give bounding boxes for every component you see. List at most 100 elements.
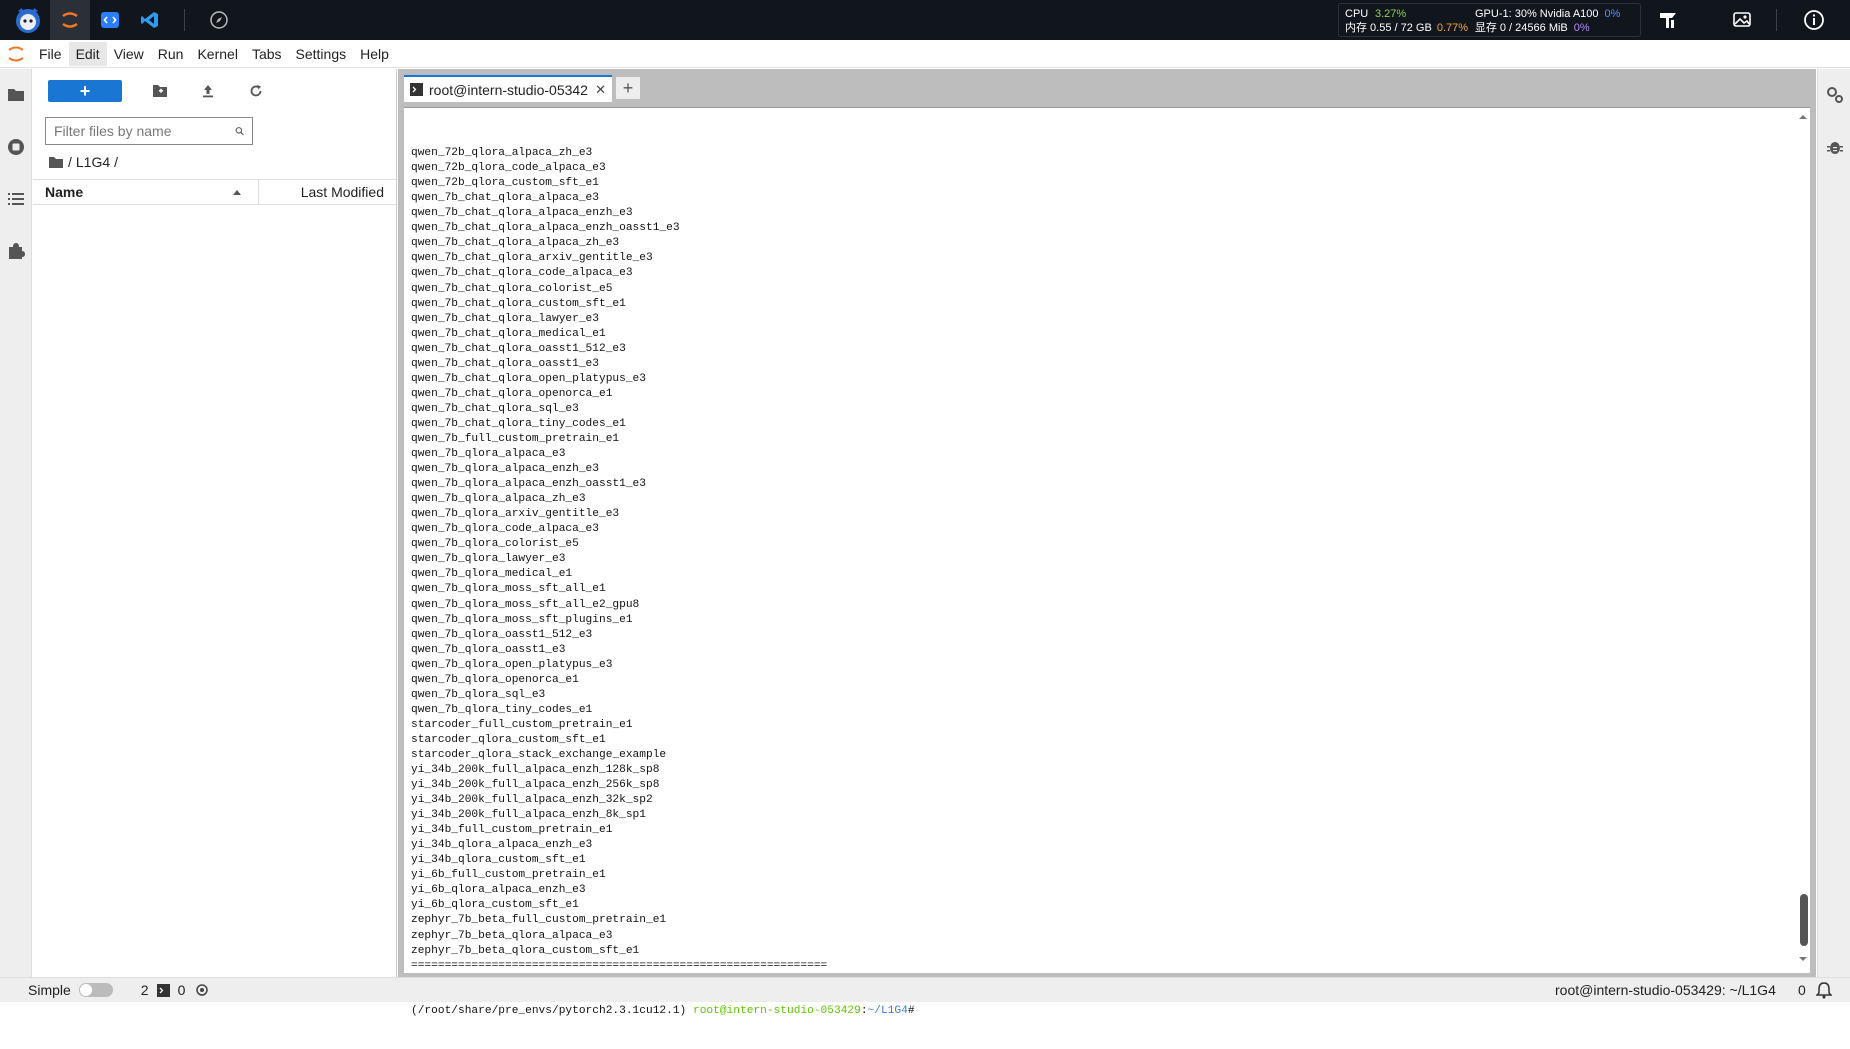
vscode-icon[interactable] xyxy=(130,0,170,40)
upload-button[interactable] xyxy=(184,79,232,103)
jupyter-app-icon[interactable] xyxy=(50,0,90,40)
terminal-line: qwen_72b_qlora_code_alpaca_e3 xyxy=(411,162,606,175)
extensions-tab[interactable] xyxy=(0,225,32,277)
breadcrumb: / L1G4 / xyxy=(33,145,396,179)
prompt-user: root@intern-studio-053429 xyxy=(692,1004,861,1017)
sort-ascending-icon xyxy=(233,190,241,195)
menu-help[interactable]: Help xyxy=(353,42,396,66)
terminal-line: yi_34b_qlora_alpaca_enzh_e3 xyxy=(411,839,593,852)
terminal-line: qwen_7b_chat_qlora_alpaca_zh_e3 xyxy=(411,237,620,250)
terminal-line: qwen_7b_chat_qlora_open_platypus_e3 xyxy=(411,372,646,385)
status-bar: Simple 2 0 root@intern-studio-053429: ~/… xyxy=(0,977,1850,1002)
scroll-down-arrow-icon[interactable] xyxy=(1796,954,1810,964)
folder-icon[interactable] xyxy=(48,156,64,169)
file-filter[interactable] xyxy=(45,117,253,145)
notifications-count[interactable]: 0 xyxy=(1798,982,1806,998)
terminal-line: qwen_7b_qlora_moss_sft_all_e2_gpu8 xyxy=(411,598,640,611)
file-list-header: Name Last Modified xyxy=(33,179,396,205)
image-gallery-icon[interactable] xyxy=(1722,0,1762,40)
terminal-output[interactable]: qwen_72b_qlora_alpaca_zh_e3 qwen_72b_qlor… xyxy=(411,116,915,1049)
file-browser-panel: + / L1G4 / Name Last Modified xyxy=(33,69,397,977)
scroll-up-arrow-icon[interactable] xyxy=(1796,112,1810,122)
kernels-count[interactable]: 0 xyxy=(178,982,186,998)
folder-icon xyxy=(8,89,24,101)
terminal-scrollbar[interactable] xyxy=(1796,108,1810,974)
terminal-line: qwen_7b_qlora_code_alpaca_e3 xyxy=(411,523,599,536)
prompt-symbol: # xyxy=(907,1004,915,1017)
terminal-line: qwen_7b_qlora_arxiv_gentitle_e3 xyxy=(411,508,620,521)
menu-kernel[interactable]: Kernel xyxy=(190,42,244,66)
list-icon xyxy=(8,193,24,205)
system-stats: CPU 3.27% GPU-1: 30% Nvidia A100 0% 内存 0… xyxy=(1338,3,1641,37)
terminal-line: qwen_7b_chat_qlora_arxiv_gentitle_e3 xyxy=(411,252,653,265)
prompt-path: ~/L1G4 xyxy=(867,1004,908,1017)
breadcrumb-separator: / xyxy=(114,154,119,170)
close-tab-icon[interactable]: ✕ xyxy=(595,82,606,98)
terminal-line: yi_34b_200k_full_alpaca_enzh_256k_sp8 xyxy=(411,779,660,792)
terminal-line: qwen_7b_chat_qlora_oasst1_512_e3 xyxy=(411,342,626,355)
terminal-tab[interactable]: root@intern-studio-05342 ✕ xyxy=(404,75,612,102)
terminal-line: yi_34b_200k_full_alpaca_enzh_128k_sp8 xyxy=(411,764,660,777)
terminal-line: yi_34b_full_custom_pretrain_e1 xyxy=(411,824,613,837)
debugger-tab[interactable] xyxy=(1818,121,1850,173)
terminal-line: qwen_7b_qlora_openorca_e1 xyxy=(411,673,579,686)
terminal-line: qwen_7b_chat_qlora_alpaca_e3 xyxy=(411,192,599,205)
terminal-line: qwen_7b_chat_qlora_alpaca_enzh_e3 xyxy=(411,207,633,220)
terminal-line: qwen_7b_chat_qlora_colorist_e5 xyxy=(411,282,613,295)
intern-studio-logo[interactable] xyxy=(6,0,50,40)
breadcrumb-root[interactable]: / xyxy=(68,154,72,170)
terminal-tab-label: root@intern-studio-05342 xyxy=(429,81,588,98)
terminal-line: qwen_72b_qlora_alpaca_zh_e3 xyxy=(411,147,593,160)
terminal-line: qwen_7b_qlora_alpaca_zh_e3 xyxy=(411,493,586,506)
bell-icon[interactable] xyxy=(1816,981,1832,999)
file-browser-tab[interactable] xyxy=(0,69,32,121)
terminal-line: zephyr_7b_beta_full_custom_pretrain_e1 xyxy=(411,914,667,927)
new-tab-button[interactable]: + xyxy=(616,77,640,99)
running-sessions-tab[interactable] xyxy=(0,121,32,173)
table-of-contents-tab[interactable] xyxy=(0,173,32,225)
terminal-line: qwen_7b_qlora_sql_e3 xyxy=(411,688,546,701)
code-server-icon[interactable] xyxy=(90,0,130,40)
menu-view[interactable]: View xyxy=(107,42,151,66)
compass-icon[interactable] xyxy=(199,0,239,40)
new-launcher-button[interactable]: + xyxy=(48,80,122,102)
new-folder-button[interactable] xyxy=(136,79,184,103)
last-modified-column-header[interactable]: Last Modified xyxy=(259,184,396,200)
terminal-lines: qwen_72b_qlora_alpaca_zh_e3 qwen_72b_qlor… xyxy=(411,146,915,974)
terminals-count[interactable]: 2 xyxy=(141,982,149,998)
file-browser-toolbar: + xyxy=(33,69,396,113)
memory-label: 内存 0.55 / 72 GB xyxy=(1345,22,1432,34)
feishu-icon[interactable] xyxy=(1648,0,1688,40)
scrollbar-thumb[interactable] xyxy=(1800,894,1808,946)
prompt-colon: : xyxy=(860,1004,868,1017)
new-folder-icon xyxy=(153,85,167,97)
jupyter-logo-icon xyxy=(0,40,32,68)
info-icon[interactable] xyxy=(1794,0,1834,40)
menu-tabs[interactable]: Tabs xyxy=(245,42,289,66)
terminal-line: yi_6b_qlora_custom_sft_e1 xyxy=(411,899,579,912)
terminal-line: qwen_7b_qlora_open_platypus_e3 xyxy=(411,658,613,671)
menu-settings[interactable]: Settings xyxy=(289,42,354,66)
name-column-header[interactable]: Name xyxy=(33,180,259,204)
stop-circle-icon xyxy=(8,139,24,155)
terminal-line: qwen_7b_chat_qlora_lawyer_e3 xyxy=(411,312,599,325)
kernel-status-icon xyxy=(196,984,209,996)
menu-bar: File Edit View Run Kernel Tabs Settings … xyxy=(0,40,1850,68)
simple-mode-toggle[interactable] xyxy=(78,983,113,997)
refresh-button[interactable] xyxy=(232,79,280,103)
terminal-panel[interactable]: qwen_72b_qlora_alpaca_zh_e3 qwen_72b_qlor… xyxy=(404,107,1810,1017)
main-dock-area: root@intern-studio-05342 ✕ + qwen_72b_ql… xyxy=(398,69,1816,1017)
upload-icon xyxy=(203,85,213,98)
current-terminal-path: root@intern-studio-053429: ~/L1G4 xyxy=(1555,982,1776,998)
terminal-line: starcoder_full_custom_pretrain_e1 xyxy=(411,718,633,731)
terminal-line: qwen_7b_qlora_alpaca_enzh_oasst1_e3 xyxy=(411,478,646,491)
breadcrumb-folder[interactable]: L1G4 xyxy=(76,154,110,170)
terminal-line: zephyr_7b_beta_qlora_alpaca_e3 xyxy=(411,929,613,942)
menu-edit[interactable]: Edit xyxy=(68,41,107,66)
puzzle-icon xyxy=(9,243,25,259)
menu-run[interactable]: Run xyxy=(151,42,191,66)
property-inspector-tab[interactable] xyxy=(1818,69,1850,121)
filter-files-input[interactable] xyxy=(54,123,235,139)
terminal-line: qwen_7b_qlora_oasst1_e3 xyxy=(411,643,566,656)
menu-file[interactable]: File xyxy=(32,42,69,66)
